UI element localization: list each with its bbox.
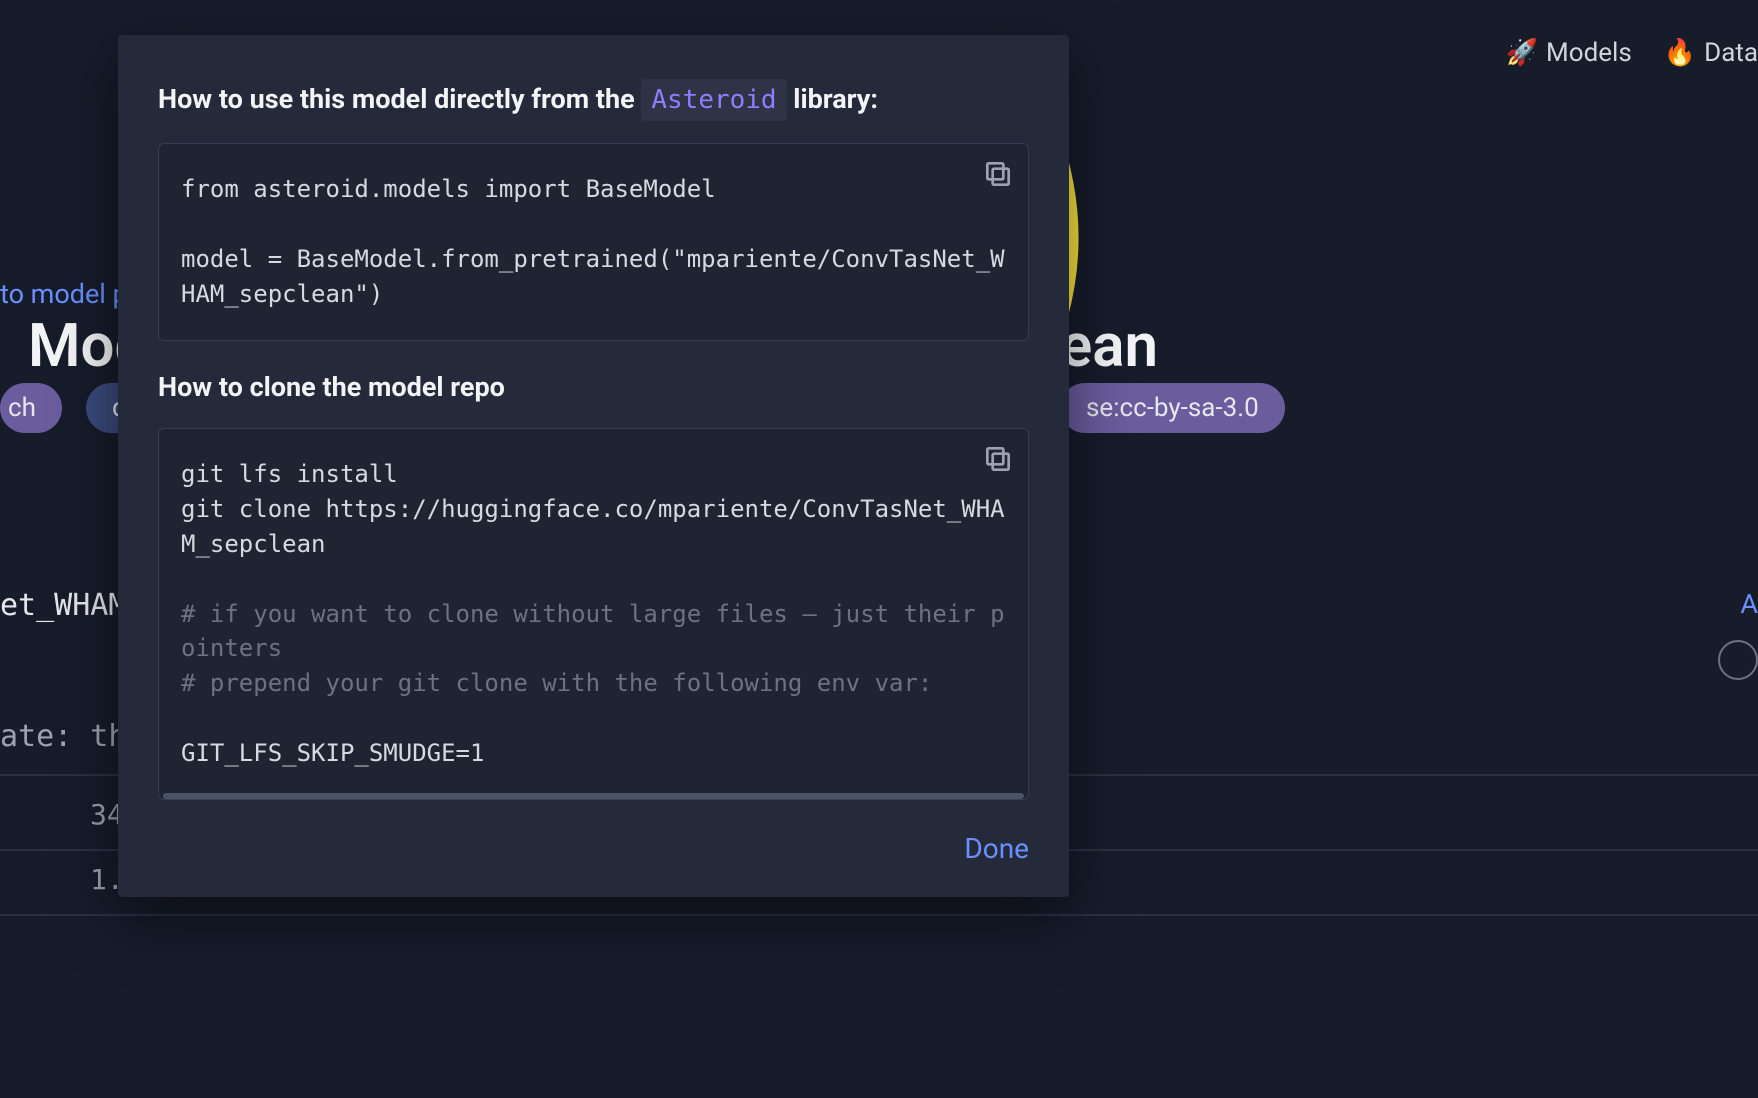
copy-icon[interactable] [982,158,1014,190]
code-block-usage: from asteroid.models import BaseModel mo… [158,143,1029,340]
library-chip: Asteroid [641,79,786,121]
fire-icon: 🔥 [1664,38,1696,68]
nav-data[interactable]: 🔥 Data [1664,38,1758,68]
heading-suffix: library: [787,83,878,115]
modal-footer: Done [158,828,1029,865]
rocket-icon: 🚀 [1506,38,1538,68]
code-usage[interactable]: from asteroid.models import BaseModel mo… [181,172,1006,311]
copy-icon[interactable] [982,443,1014,475]
modal-heading-clone: How to clone the model repo [158,369,1029,407]
page-title-suffix: ean [1060,310,1158,381]
top-nav: 🚀 Models 🔥 Data [1506,38,1758,68]
modal-heading-usage: How to use this model directly from the … [158,79,1029,121]
usage-modal: How to use this model directly from the … [118,35,1069,897]
code-block-clone: git lfs install git clone https://huggin… [158,428,1029,799]
heading-prefix: How to use this model directly from the [158,83,641,115]
tag-arch[interactable]: ch [0,383,62,433]
code-clone-env: GIT_LFS_SKIP_SMUDGE=1 [181,739,484,767]
action-link[interactable]: A [1740,588,1758,620]
nav-models-label: Models [1546,38,1632,68]
history-icon[interactable] [1718,640,1758,680]
tag-license[interactable]: se:cc-by-sa-3.0 [1060,383,1285,433]
code-clone[interactable]: git lfs install git clone https://huggin… [181,457,1006,770]
nav-data-label: Data [1704,38,1758,68]
code-clone-comment: # if you want to clone without large fil… [181,600,1005,698]
done-button[interactable]: Done [964,832,1029,865]
nav-models[interactable]: 🚀 Models [1506,38,1632,68]
code-clone-cmd: git lfs install git clone https://huggin… [181,460,1005,558]
